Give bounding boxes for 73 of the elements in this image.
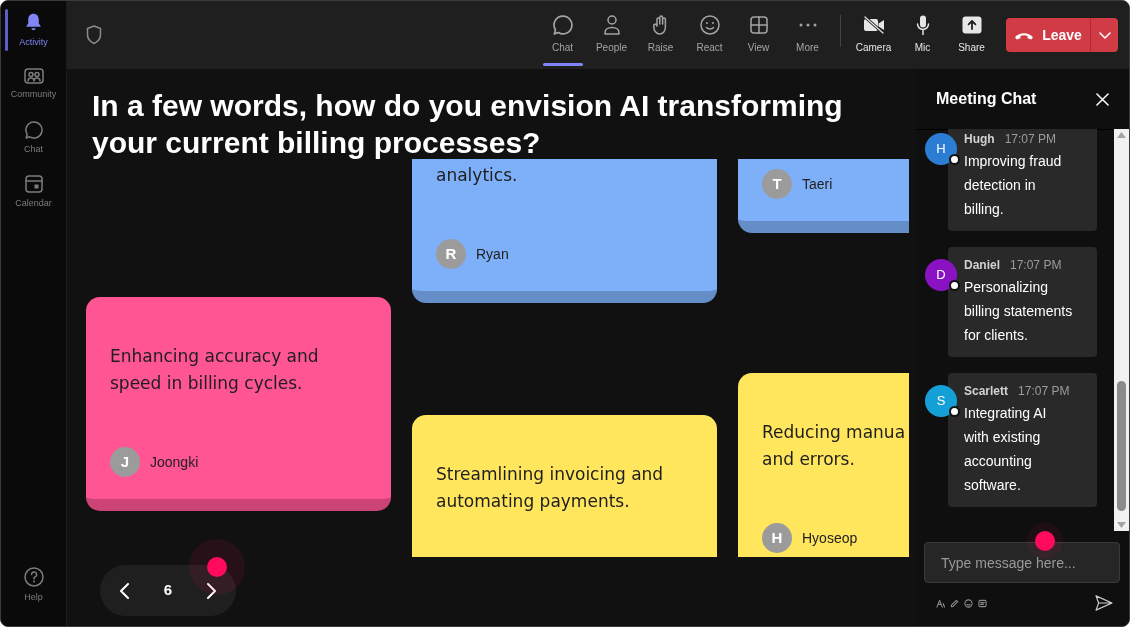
message-text: Integrating AI with existing accounting software. [964, 404, 1048, 495]
status-dot-icon [949, 406, 960, 417]
pointer-dot-icon [189, 539, 245, 595]
chat-bubble-icon [552, 15, 573, 35]
chevron-down-icon [1098, 31, 1111, 39]
note-text: analytics. [436, 164, 519, 187]
toolbar-button[interactable]: React [685, 1, 734, 69]
question-title: In a few words, how do you envision AI transforming your current billing processes? [92, 88, 844, 161]
message-text: Personalizing billing statements for clients. [964, 278, 1074, 345]
message-time: 17:07 PM [1018, 383, 1070, 400]
shield-icon[interactable] [86, 25, 102, 45]
sidebar-item[interactable]: Chat [1, 111, 66, 165]
emoji-icon[interactable] [964, 598, 973, 608]
camera-off-icon [862, 16, 885, 34]
author-avatar: R [436, 239, 466, 269]
message-time: 17:07 PM [1010, 257, 1062, 274]
hand-icon [652, 15, 669, 35]
phone-icon [1014, 30, 1035, 40]
sidebar-item[interactable]: Activity [1, 3, 66, 57]
message-time: 17:07 PM [1004, 131, 1057, 148]
author-avatar: J [110, 447, 140, 477]
author-name: Ryan [476, 244, 509, 264]
toolbar-button[interactable]: More [783, 1, 832, 69]
sidebar-item[interactable]: Help [1, 558, 66, 612]
author-name: Taeri [802, 174, 833, 194]
sidebar-item[interactable]: Calendar [1, 165, 66, 219]
format-icon[interactable] [936, 598, 945, 608]
chevron-right-icon [207, 582, 216, 599]
scrollbar-thumb[interactable] [1117, 381, 1126, 511]
author-avatar: T [762, 169, 792, 199]
toolbar-button[interactable]: Chat [538, 1, 587, 69]
sender-name: Daniel [964, 257, 1000, 274]
ellipsis-icon [798, 23, 817, 27]
sidebar-item[interactable]: Community [1, 57, 66, 111]
help-icon [23, 567, 44, 587]
sticker-icon[interactable] [978, 598, 987, 608]
note-text: Enhancing accuracy and speed in billing cycles. [110, 345, 320, 395]
grid-icon [749, 16, 768, 34]
microphone-icon [915, 15, 930, 35]
pencil-icon[interactable] [950, 598, 959, 608]
toolbar-button[interactable]: Mic [898, 1, 947, 69]
toolbar-button[interactable]: Share [947, 1, 996, 69]
author-avatar: H [762, 523, 792, 553]
author-name: Hyoseop [802, 528, 858, 548]
person-icon [603, 15, 620, 35]
page-number: 6 [163, 580, 173, 601]
chevron-left-icon [120, 582, 129, 599]
smiley-icon [699, 15, 720, 35]
message-input[interactable]: Type message here... [924, 542, 1120, 583]
status-dot-icon [949, 154, 960, 165]
status-dot-icon [949, 280, 960, 291]
note-text: Reducing manua and errors. [762, 421, 907, 471]
sender-name: Hugh [964, 131, 995, 148]
author-name: Joongki [150, 452, 199, 472]
chat-bubble-icon [24, 121, 43, 139]
toolbar-button[interactable]: Camera [849, 1, 898, 69]
toolbar-button[interactable]: People [587, 1, 636, 69]
pointer-dot-icon [1027, 523, 1063, 559]
calendar-icon [24, 175, 43, 193]
sender-name: Scarlett [964, 383, 1009, 400]
note-text: Streamlining invoicing and automating payments. [436, 463, 665, 513]
leave-options-button[interactable] [1090, 18, 1118, 52]
chat-title: Meeting Chat [936, 89, 1037, 109]
toolbar-button[interactable]: Raise [636, 1, 685, 69]
close-icon[interactable] [1096, 92, 1109, 106]
share-screen-icon [961, 16, 982, 34]
scrollbar-track[interactable] [1114, 129, 1129, 531]
message-text: Improving fraud detection in billing. [964, 152, 1063, 219]
leave-button[interactable]: Leave [1006, 18, 1090, 52]
send-icon[interactable] [1095, 595, 1113, 611]
toolbar-button[interactable]: View [734, 1, 783, 69]
people-icon [23, 68, 44, 84]
bell-icon [25, 12, 42, 32]
